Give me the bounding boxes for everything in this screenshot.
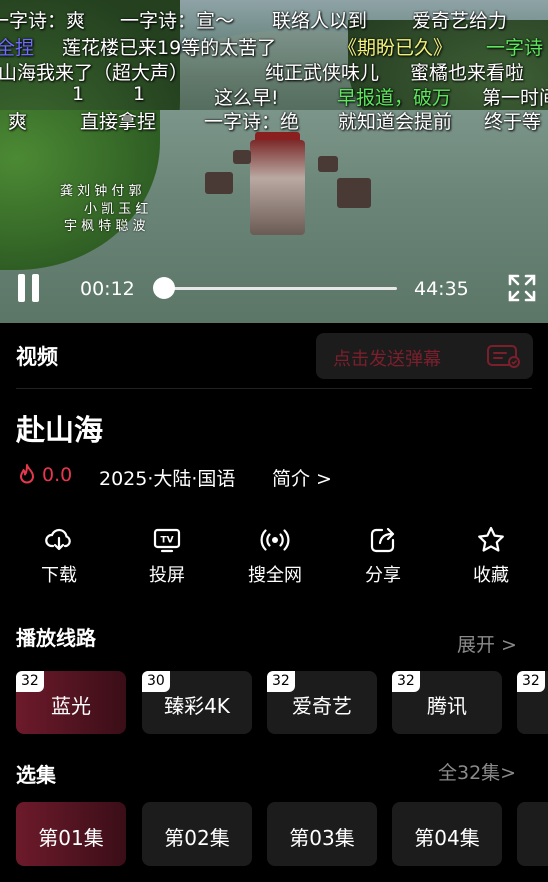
episode-label: 第02集 (164, 826, 230, 850)
episode-label: 第04集 (414, 826, 480, 850)
danmaku-comment: 全捏 (0, 37, 35, 59)
pause-icon (18, 274, 25, 302)
action-label: 下载 (41, 565, 77, 586)
episode-card[interactable]: 第03集 (267, 802, 377, 866)
tv-cast-icon: TV (153, 528, 181, 553)
svg-text:TV: TV (160, 536, 173, 546)
source-card[interactable]: 32 爱奇艺 (267, 671, 377, 734)
danmaku-comment: 一字诗：绝 (204, 111, 300, 133)
danmaku-settings-icon (487, 345, 520, 368)
video-player[interactable]: 龚 刘 钟 付 郭 小 凯 玉 红 宇 枫 特 聪 波 一字诗：爽 一字诗：宣～… (0, 0, 548, 323)
video-scene-boat (205, 172, 233, 194)
video-credit-line: 宇 枫 特 聪 波 (64, 219, 146, 234)
sources-expand-link[interactable]: 展开 > (457, 630, 517, 657)
section-label-video: 视频 (16, 345, 58, 369)
share-button[interactable]: 分享 (338, 525, 428, 587)
send-danmaku-button[interactable]: 点击发送弹幕 (316, 333, 533, 379)
progress-handle[interactable] (153, 277, 176, 299)
video-scene-ship (250, 140, 305, 235)
danmaku-comment: 一字诗 (486, 37, 544, 59)
star-icon (478, 526, 504, 552)
episode-card[interactable]: 第02集 (142, 802, 252, 866)
pause-icon (32, 274, 39, 302)
search-web-button[interactable]: 搜全网 (230, 525, 320, 587)
download-cloud-icon (45, 528, 71, 551)
danmaku-comment: 莲花楼已来19等的太苦了 (62, 37, 277, 59)
episodes-title: 选集 (16, 763, 56, 787)
danmaku-comment: 联络人以到 (272, 10, 368, 32)
video-scene-boat (233, 150, 251, 164)
source-count-badge: 32 (517, 671, 545, 692)
danmaku-comment: 这么早! (214, 87, 279, 109)
intro-link[interactable]: 简介 > (272, 464, 332, 491)
heat-value: 0.0 (42, 464, 73, 486)
current-time: 00:12 (80, 278, 135, 300)
source-card[interactable]: 32 蓝光 (16, 671, 126, 734)
action-label: 搜全网 (248, 565, 302, 586)
divider (16, 388, 532, 389)
source-card[interactable]: 30 臻彩4K (142, 671, 252, 734)
danmaku-comment: 山海我来了（超大声） (0, 62, 189, 84)
danmaku-comment: 第一时间 (482, 87, 548, 109)
danmaku-comment: 就知道会提前 (338, 111, 453, 133)
total-time: 44:35 (414, 278, 469, 300)
episodes-all-link[interactable]: 全32集> (438, 758, 516, 785)
source-label: 臻彩4K (164, 694, 230, 718)
sources-title: 播放线路 (16, 626, 96, 650)
show-title: 赴山海 (16, 413, 104, 447)
action-label: 收藏 (473, 565, 509, 586)
source-card[interactable]: 32 腾讯 (392, 671, 502, 734)
source-label: 腾讯 (427, 694, 467, 718)
broadcast-icon (260, 529, 290, 551)
danmaku-comment: 蜜橘也来看啦 (410, 62, 525, 84)
danmaku-comment: 早报道，破万 (337, 87, 452, 109)
action-label: 投屏 (149, 565, 185, 586)
danmaku-comment: 纯正武侠味儿 (265, 62, 380, 84)
source-count-badge: 32 (392, 671, 420, 692)
source-label: 蓝光 (51, 694, 91, 718)
danmaku-comment: 直接拿捏 (80, 111, 157, 133)
source-count-badge: 32 (267, 671, 295, 692)
episode-card[interactable] (517, 802, 548, 866)
flame-icon (20, 464, 34, 484)
danmaku-comment: 一字诗：宣～ (120, 10, 235, 32)
episode-card[interactable]: 第01集 (16, 802, 126, 866)
danmaku-comment: 《期盼已久》 (338, 37, 453, 59)
episode-label: 第03集 (289, 826, 355, 850)
share-icon (370, 527, 395, 553)
fullscreen-button[interactable] (507, 273, 537, 303)
danmaku-comment: 1 (72, 83, 85, 105)
source-count-badge: 32 (16, 671, 44, 692)
danmaku-comment: 爽 (8, 111, 28, 133)
cast-button[interactable]: TV 投屏 (122, 525, 212, 587)
danmaku-comment: 爱奇艺给力 (412, 10, 508, 32)
video-scene-boat (318, 156, 338, 172)
progress-track[interactable] (163, 287, 397, 290)
source-card[interactable]: 32 (517, 671, 548, 734)
danmaku-comment: 终于等 (484, 111, 542, 133)
favorite-button[interactable]: 收藏 (446, 525, 536, 587)
send-danmaku-placeholder: 点击发送弹幕 (333, 349, 441, 370)
download-button[interactable]: 下载 (14, 525, 104, 587)
show-info: 2025·大陆·国语 (99, 468, 236, 490)
episode-card[interactable]: 第04集 (392, 802, 502, 866)
source-count-badge: 30 (142, 671, 170, 692)
fullscreen-icon (508, 274, 536, 302)
source-label: 爱奇艺 (292, 694, 352, 718)
danmaku-comment: 一字诗：爽 (0, 10, 86, 32)
pause-button[interactable] (18, 274, 42, 302)
video-scene-boat (337, 178, 371, 208)
danmaku-comment: 1 (133, 83, 146, 105)
episode-label: 第01集 (38, 826, 104, 850)
video-credit-line: 龚 刘 钟 付 郭 (60, 184, 142, 199)
action-label: 分享 (365, 565, 401, 586)
heat-score: 0.0 (18, 464, 72, 486)
